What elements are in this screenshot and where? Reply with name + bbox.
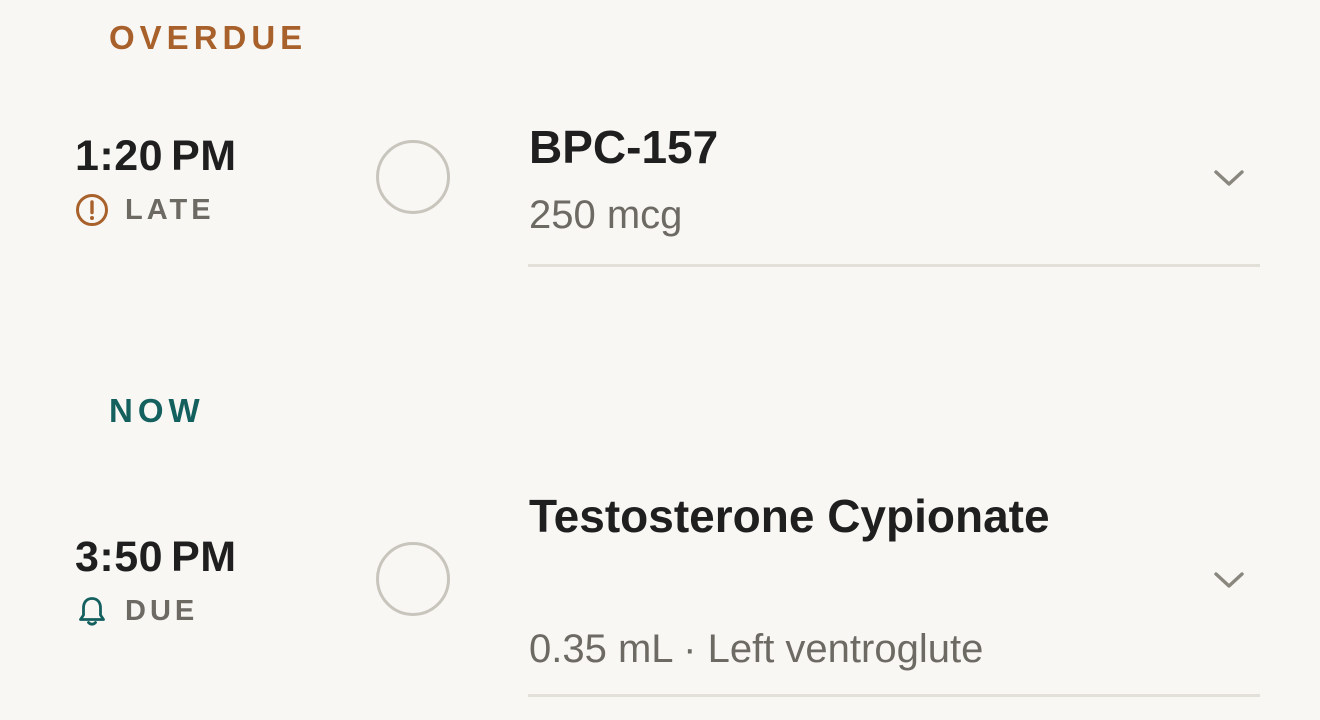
medication-name: BPC-157 [529,121,719,173]
dose-status-label: DUE [125,594,199,627]
dose-status: LATE [75,193,215,227]
medication-dose: 250 mcg [529,193,683,237]
alert-circle-icon [76,194,108,226]
dose-status-label: LATE [125,193,215,226]
section-label-overdue: OVERDUE [109,19,308,56]
dose-schedule: OVERDUE 1:20 PM LATE BPC-157 250 mcg NOW … [0,0,1320,720]
chevron-down-icon[interactable] [1210,166,1248,190]
medication-name: Testosterone Cypionate [529,490,1050,542]
row-divider [528,264,1260,267]
mark-taken-checkbox[interactable] [376,542,450,616]
medication-dose: 0.35 mL · Left ventroglute [529,627,984,671]
dose-status: DUE [75,594,198,628]
dose-time-value: 3:50 [75,533,164,581]
dose-time-value: 1:20 [75,132,164,180]
section-label-now: NOW [109,392,205,429]
dose-time: 3:50 PM [75,536,237,579]
bell-icon [79,597,105,626]
mark-taken-checkbox[interactable] [376,140,450,214]
chevron-down-icon[interactable] [1210,568,1248,592]
dose-time-ampm: PM [171,533,237,581]
dose-time: 1:20 PM [75,135,237,178]
dose-time-ampm: PM [171,132,237,180]
row-divider [528,694,1260,697]
